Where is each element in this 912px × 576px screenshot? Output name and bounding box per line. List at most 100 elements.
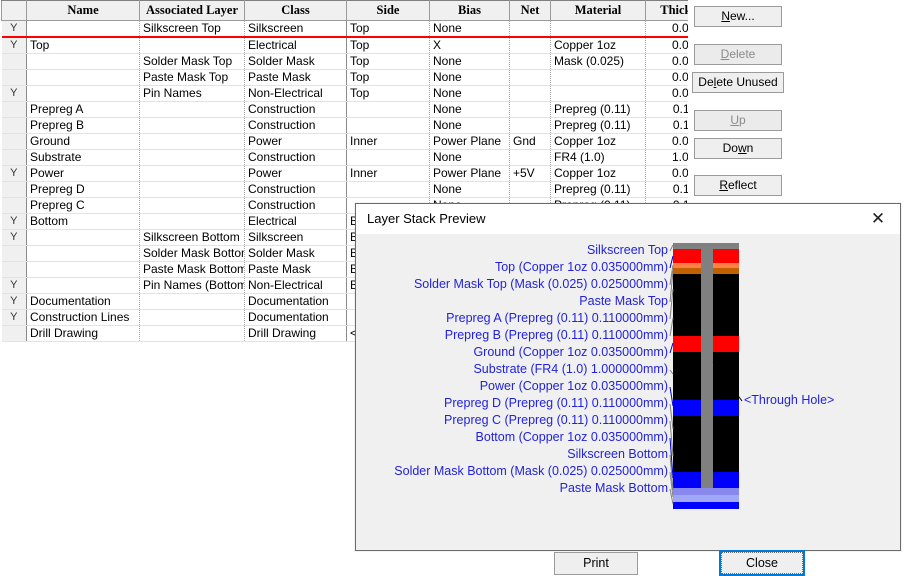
cell-associated-layer[interactable] [139,37,245,54]
cell-class[interactable]: Construction [244,101,347,118]
cell-bias[interactable]: None [429,101,510,118]
cell-name[interactable]: Drill Drawing [26,325,140,342]
cell-associated-layer[interactable]: Paste Mask Top [139,69,245,86]
cell-associated-layer[interactable] [139,325,245,342]
cell-material[interactable] [550,20,646,38]
print-button[interactable]: Print [554,552,638,575]
cell-name[interactable]: Substrate [26,149,140,166]
cell-bias[interactable]: None [429,117,510,134]
column-header-visibility[interactable] [1,0,27,21]
cell-class[interactable]: Electrical [244,213,347,230]
cell-associated-layer[interactable] [139,181,245,198]
cell-associated-layer[interactable]: Paste Mask Bottom [139,261,245,278]
cell-visibility[interactable]: Y [1,277,27,294]
cell-class[interactable]: Power [244,165,347,182]
cell-net[interactable] [509,69,551,86]
cell-class[interactable]: Construction [244,117,347,134]
cell-side[interactable]: Top [346,37,430,54]
cell-net[interactable]: Gnd [509,133,551,150]
cell-visibility[interactable] [1,101,27,118]
cell-name[interactable] [26,85,140,102]
cell-bias[interactable]: None [429,69,510,86]
table-row[interactable]: Prepreg AConstructionNonePrepreg (0.11)0… [1,101,729,118]
cell-side[interactable]: Top [346,20,430,38]
cell-class[interactable]: Silkscreen [244,229,347,246]
cell-side[interactable]: Inner [346,165,430,182]
cell-class[interactable]: Documentation [244,309,347,326]
table-row[interactable]: Prepreg DConstructionNonePrepreg (0.11)0… [1,181,729,198]
cell-name[interactable] [26,69,140,86]
cell-bias[interactable]: None [429,149,510,166]
close-icon[interactable]: ✕ [856,204,900,234]
cell-name[interactable]: Bottom [26,213,140,230]
cell-associated-layer[interactable]: Pin Names [139,85,245,102]
cell-net[interactable] [509,117,551,134]
cell-visibility[interactable] [1,117,27,134]
cell-visibility[interactable]: Y [1,37,27,54]
cell-name[interactable]: Prepreg D [26,181,140,198]
cell-bias[interactable]: Power Plane [429,133,510,150]
cell-class[interactable]: Silkscreen [244,20,347,38]
column-header-net[interactable]: Net [509,0,551,21]
layer-stack-preview-dialog[interactable]: Layer Stack Preview ✕ Silkscreen Top Top … [355,203,901,576]
cell-name[interactable] [26,261,140,278]
table-row[interactable]: YTopElectricalTopXCopper 1oz0.035000 [1,37,729,54]
cell-class[interactable]: Solder Mask [244,53,347,70]
cell-class[interactable]: Solder Mask [244,245,347,262]
cell-name[interactable] [26,53,140,70]
cell-associated-layer[interactable] [139,117,245,134]
cell-visibility[interactable] [1,69,27,86]
cell-associated-layer[interactable] [139,197,245,214]
cell-class[interactable]: Non-Electrical [244,85,347,102]
cell-bias[interactable]: None [429,53,510,70]
cell-side[interactable]: Inner [346,133,430,150]
table-row[interactable]: SubstrateConstructionNoneFR4 (1.0)1.0000… [1,149,729,166]
cell-associated-layer[interactable] [139,213,245,230]
cell-side[interactable] [346,117,430,134]
cell-visibility[interactable]: Y [1,213,27,230]
cell-material[interactable]: Copper 1oz [550,165,646,182]
cell-associated-layer[interactable]: Silkscreen Top [139,20,245,38]
cell-material[interactable]: Mask (0.025) [550,53,646,70]
cell-name[interactable]: Prepreg C [26,197,140,214]
cell-name[interactable]: Top [26,37,140,54]
column-header-side[interactable]: Side [346,0,430,21]
table-row[interactable]: Solder Mask Top Solder Mask Top None Mask (0… [1,53,729,70]
cell-class[interactable]: Drill Drawing [244,325,347,342]
cell-visibility[interactable] [1,245,27,262]
cell-bias[interactable]: None [429,20,510,38]
cell-net[interactable] [509,20,551,38]
cell-associated-layer[interactable] [139,165,245,182]
cell-visibility[interactable] [1,197,27,214]
column-header-bias[interactable]: Bias [429,0,510,21]
cell-side[interactable]: Top [346,85,430,102]
cell-visibility[interactable]: Y [1,165,27,182]
cell-associated-layer[interactable] [139,149,245,166]
cell-visibility[interactable] [1,181,27,198]
cell-net[interactable] [509,101,551,118]
cell-net[interactable] [509,181,551,198]
cell-class[interactable]: Construction [244,197,347,214]
cell-name[interactable] [26,20,140,38]
cell-class[interactable]: Electrical [244,37,347,54]
cell-bias[interactable]: None [429,85,510,102]
cell-material[interactable] [550,69,646,86]
cell-associated-layer[interactable] [139,309,245,326]
table-row[interactable]: Paste Mask TopPaste MaskTopNone0.000000 [1,69,729,86]
cell-side[interactable] [346,101,430,118]
cell-associated-layer[interactable] [139,133,245,150]
cell-material[interactable]: Prepreg (0.11) [550,101,646,118]
table-row[interactable]: Y Power Power Inner Power Plane +5V Copper 1oz… [1,165,729,182]
cell-visibility[interactable] [1,53,27,70]
cell-visibility[interactable]: Y [1,293,27,310]
cell-bias[interactable]: X [429,37,510,54]
cell-class[interactable]: Paste Mask [244,261,347,278]
cell-visibility[interactable] [1,133,27,150]
cell-side[interactable]: Top [346,69,430,86]
cell-class[interactable]: Construction [244,181,347,198]
cell-visibility[interactable] [1,149,27,166]
cell-name[interactable]: Construction Lines [26,309,140,326]
delete-unused-button[interactable]: Delete Unused [692,72,784,93]
cell-associated-layer[interactable]: Solder Mask Top [139,53,245,70]
table-row[interactable]: Prepreg BConstructionNonePrepreg (0.11)0… [1,117,729,134]
